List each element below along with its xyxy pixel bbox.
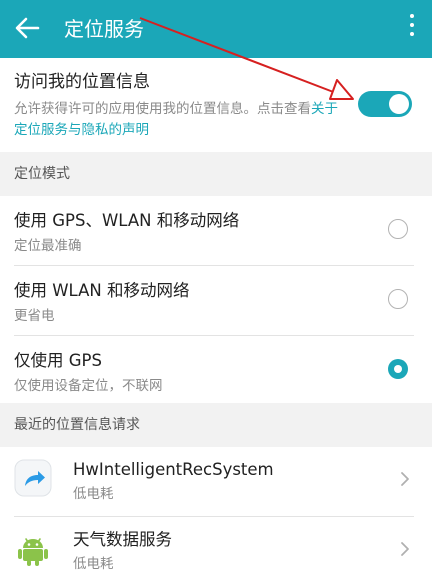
option-title: 使用 GPS、WLAN 和移动网络	[14, 211, 240, 230]
share-arrow-icon	[14, 459, 52, 497]
location-access-row[interactable]: 访问我的位置信息 允许获得许可的应用使用我的位置信息。点击查看关于定位服务与隐私…	[0, 58, 432, 152]
more-options-button[interactable]	[406, 14, 418, 44]
location-access-description: 允许获得许可的应用使用我的位置信息。点击查看关于定位服务与隐私的声明	[14, 99, 339, 141]
app-name: 天气数据服务	[73, 530, 172, 549]
back-button[interactable]	[6, 6, 50, 50]
mode-section-header: 定位模式	[0, 152, 432, 196]
option-subtitle: 更省电	[14, 308, 55, 324]
option-subtitle: 仅使用设备定位，不联网	[14, 378, 163, 394]
recent-request-item[interactable]: HwIntelligentRecSystem 低电耗	[0, 447, 432, 517]
toggle-knob	[389, 94, 409, 114]
recent-request-item[interactable]: 天气数据服务 低电耗	[0, 517, 432, 587]
mode-option-battery-saving[interactable]: 使用 WLAN 和移动网络 更省电	[0, 266, 432, 336]
app-subtitle: 低电耗	[73, 486, 114, 502]
option-title: 仅使用 GPS	[14, 351, 102, 370]
description-text: 允许获得许可的应用使用我的位置信息。点击查看	[14, 101, 311, 117]
location-access-toggle[interactable]	[358, 91, 412, 117]
radio-button[interactable]	[388, 219, 408, 239]
android-icon	[18, 538, 48, 566]
more-vertical-icon	[410, 14, 414, 18]
recent-requests-header: 最近的位置信息请求	[0, 403, 432, 447]
radio-button-selected[interactable]	[388, 359, 408, 379]
radio-button[interactable]	[388, 289, 408, 309]
mode-option-gps-only[interactable]: 仅使用 GPS 仅使用设备定位，不联网	[0, 336, 432, 406]
app-name: HwIntelligentRecSystem	[73, 460, 274, 479]
option-title: 使用 WLAN 和移动网络	[14, 281, 190, 300]
location-access-title: 访问我的位置信息	[14, 72, 150, 92]
page-title: 定位服务	[64, 17, 144, 41]
app-bar: 定位服务	[0, 0, 432, 58]
chevron-right-icon	[401, 472, 409, 486]
option-subtitle: 定位最准确	[14, 238, 82, 254]
mode-option-high-accuracy[interactable]: 使用 GPS、WLAN 和移动网络 定位最准确	[0, 196, 432, 266]
app-subtitle: 低电耗	[73, 556, 114, 572]
chevron-right-icon	[401, 542, 409, 556]
arrow-left-icon	[15, 17, 40, 39]
